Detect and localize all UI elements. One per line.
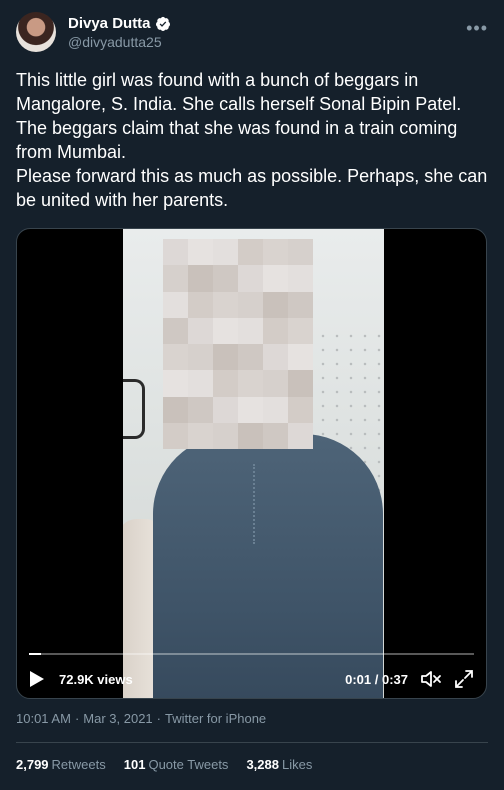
view-count: 72.9K views: [59, 671, 133, 687]
likes-label: Likes: [281, 757, 313, 772]
mosaic-tile: [263, 396, 288, 423]
mosaic-tile: [163, 344, 188, 371]
mosaic-tile: [288, 317, 313, 344]
display-name[interactable]: Divya Dutta: [68, 15, 151, 32]
fullscreen-button[interactable]: [454, 669, 474, 689]
more-icon[interactable]: •••: [466, 18, 488, 39]
mosaic-tile: [263, 291, 288, 318]
mosaic-tile: [263, 317, 288, 344]
mosaic-tile: [213, 370, 238, 397]
mute-button[interactable]: [420, 669, 442, 689]
tweet-client[interactable]: Twitter for iPhone: [165, 711, 266, 726]
mosaic-tile: [238, 317, 263, 344]
mosaic-tile: [163, 291, 188, 318]
fullscreen-icon: [455, 670, 473, 688]
likes-count: 3,288: [246, 757, 279, 772]
verified-badge-icon: [155, 16, 170, 31]
author-handle[interactable]: @divyadutta25: [68, 34, 162, 50]
mosaic-tile: [163, 265, 188, 292]
mosaic-tile: [188, 344, 213, 371]
pixelated-face: [163, 239, 313, 449]
mosaic-tile: [238, 291, 263, 318]
author-name-row[interactable]: Divya Dutta: [68, 15, 171, 32]
retweets-stat[interactable]: 2,799 Retweets: [16, 757, 106, 772]
quotes-stat[interactable]: 101 Quote Tweets: [124, 757, 229, 772]
video-player[interactable]: 72.9K views 0:01 / 0:37: [16, 228, 487, 699]
mosaic-tile: [238, 239, 263, 266]
mosaic-tile: [188, 291, 213, 318]
mosaic-tile: [238, 344, 263, 371]
mute-icon: [421, 671, 441, 687]
mosaic-tile: [163, 239, 188, 266]
meta-separator: ·: [156, 711, 161, 726]
tweet-time[interactable]: 10:01 AM: [16, 711, 71, 726]
glasses: [123, 379, 145, 439]
mosaic-tile: [238, 396, 263, 423]
mosaic-tile: [263, 344, 288, 371]
play-icon: [30, 671, 44, 687]
mosaic-tile: [263, 422, 288, 449]
mosaic-tile: [288, 422, 313, 449]
progress-bar[interactable]: [29, 653, 474, 655]
mosaic-tile: [213, 291, 238, 318]
tweet-text: This little girl was found with a bunch …: [16, 70, 488, 210]
avatar[interactable]: [16, 12, 56, 52]
mosaic-tile: [163, 317, 188, 344]
tweet-date[interactable]: Mar 3, 2021: [83, 711, 152, 726]
mosaic-tile: [288, 344, 313, 371]
mosaic-tile: [188, 239, 213, 266]
retweets-label: Retweets: [51, 757, 106, 772]
play-button[interactable]: [29, 669, 47, 689]
tweet-meta: 10:01 AM · Mar 3, 2021 · Twitter for iPh…: [16, 711, 266, 726]
mosaic-tile: [263, 370, 288, 397]
mosaic-tile: [238, 370, 263, 397]
retweets-count: 2,799: [16, 757, 49, 772]
mosaic-tile: [213, 265, 238, 292]
mosaic-tile: [163, 396, 188, 423]
likes-stat[interactable]: 3,288 Likes: [246, 757, 312, 772]
mosaic-tile: [188, 396, 213, 423]
quotes-label: Quote Tweets: [148, 757, 229, 772]
mosaic-tile: [288, 396, 313, 423]
mosaic-tile: [213, 344, 238, 371]
mosaic-tile: [213, 422, 238, 449]
mosaic-tile: [288, 291, 313, 318]
divider: [16, 742, 488, 743]
mosaic-tile: [238, 422, 263, 449]
mosaic-tile: [163, 370, 188, 397]
mosaic-tile: [213, 239, 238, 266]
mosaic-tile: [238, 265, 263, 292]
progress-fill: [29, 653, 41, 655]
quotes-count: 101: [123, 757, 146, 772]
video-time: 0:01 / 0:37: [345, 671, 408, 687]
tweet-stats: 2,799 Retweets 101 Quote Tweets 3,288 Likes: [16, 757, 312, 772]
mosaic-tile: [188, 265, 213, 292]
mosaic-tile: [288, 370, 313, 397]
tweet-header: Divya Dutta @divyadutta25 •••: [16, 12, 488, 56]
mosaic-tile: [188, 370, 213, 397]
mosaic-tile: [163, 422, 188, 449]
mosaic-tile: [288, 239, 313, 266]
mosaic-tile: [188, 422, 213, 449]
mosaic-tile: [263, 239, 288, 266]
video-frame: [123, 229, 384, 698]
mosaic-tile: [263, 265, 288, 292]
video-controls: 72.9K views 0:01 / 0:37: [29, 667, 474, 691]
child-sweater: [153, 434, 383, 698]
mosaic-tile: [213, 396, 238, 423]
mosaic-tile: [188, 317, 213, 344]
mosaic-tile: [213, 317, 238, 344]
mosaic-tile: [288, 265, 313, 292]
meta-separator: ·: [74, 711, 80, 726]
